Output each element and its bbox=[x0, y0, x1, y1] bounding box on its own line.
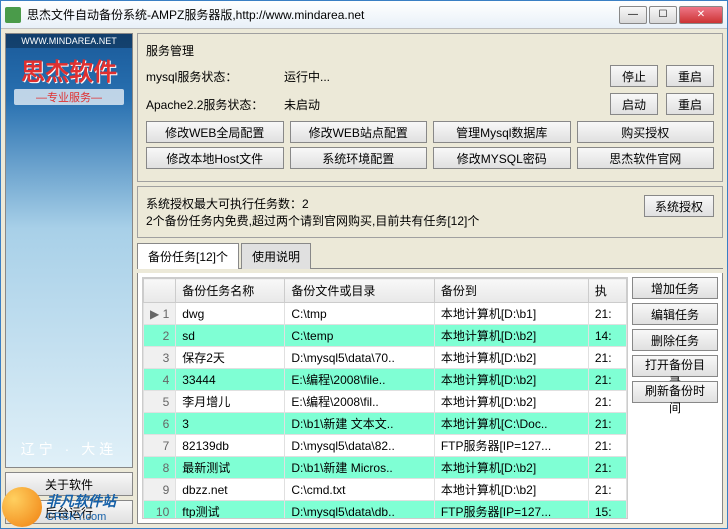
mysql-status-value: 运行中... bbox=[284, 68, 602, 85]
window-title: 思杰文件自动备份系统-AMPZ服务器版,http://www.mindarea.… bbox=[27, 6, 619, 23]
auth-line1: 系统授权最大可执行任务数：2 bbox=[146, 195, 636, 212]
service-title: 服务管理 bbox=[146, 42, 714, 59]
table-row[interactable]: 10ftp测试D:\mysql5\data\db..FTP服务器[IP=127.… bbox=[144, 501, 627, 520]
about-button[interactable]: 关于软件 bbox=[5, 472, 133, 496]
mysql-stop-button[interactable]: 停止 bbox=[610, 65, 658, 87]
refresh-backup-time-button[interactable]: 刷新备份时间 bbox=[632, 381, 718, 403]
apache-restart-button[interactable]: 重启 bbox=[666, 93, 714, 115]
service-group: 服务管理 mysql服务状态： 运行中... 停止 重启 Apache2.2服务… bbox=[137, 33, 723, 182]
apache-status-label: Apache2.2服务状态： bbox=[146, 96, 276, 113]
titlebar: 思杰文件自动备份系统-AMPZ服务器版,http://www.mindarea.… bbox=[1, 1, 727, 29]
table-row[interactable]: 63D:\b1\新建 文本文..本地计算机[C:\Doc..21: bbox=[144, 413, 627, 435]
service-btn-row2-0[interactable]: 修改本地Host文件 bbox=[146, 147, 284, 169]
brand-banner: WWW.MINDAREA.NET 思杰软件 —专业服务— 辽宁 · 大连 bbox=[5, 33, 133, 468]
service-btn-row2-1[interactable]: 系统环境配置 bbox=[290, 147, 428, 169]
add-task-button[interactable]: 增加任务 bbox=[632, 277, 718, 299]
open-backup-dir-button[interactable]: 打开备份目录 bbox=[632, 355, 718, 377]
table-row[interactable]: 9dbzz.netC:\cmd.txt本地计算机[D:\b2]21: bbox=[144, 479, 627, 501]
auth-line2: 2个备份任务内免费,超过两个请到官网购买,目前共有任务[12]个 bbox=[146, 212, 636, 229]
service-btn-row2-2[interactable]: 修改MYSQL密码 bbox=[433, 147, 571, 169]
background-run-button[interactable]: 后台运行 bbox=[5, 500, 133, 524]
table-row[interactable]: ▶ 1dwgC:\tmp本地计算机[D:\b1]21: bbox=[144, 303, 627, 325]
mysql-status-label: mysql服务状态： bbox=[146, 68, 276, 85]
minimize-button[interactable]: — bbox=[619, 6, 647, 24]
table-row[interactable]: 782139dbD:\mysql5\data\82..FTP服务器[IP=127… bbox=[144, 435, 627, 457]
system-auth-button[interactable]: 系统授权 bbox=[644, 195, 714, 217]
apache-status-value: 未启动 bbox=[284, 96, 602, 113]
tab-tasks[interactable]: 备份任务[12]个 bbox=[137, 243, 239, 269]
col-header[interactable]: 备份任务名称 bbox=[176, 279, 285, 303]
close-button[interactable]: ✕ bbox=[679, 6, 723, 24]
service-btn-row2-3[interactable]: 思杰软件官网 bbox=[577, 147, 715, 169]
table-row[interactable]: 3保存2天D:\mysql5\data\70..本地计算机[D:\b2]21: bbox=[144, 347, 627, 369]
service-btn-row1-3[interactable]: 购买授权 bbox=[577, 121, 715, 143]
service-btn-row1-2[interactable]: 管理Mysql数据库 bbox=[433, 121, 571, 143]
tab-help[interactable]: 使用说明 bbox=[241, 243, 311, 269]
table-row[interactable]: 2sdC:\temp本地计算机[D:\b2]14: bbox=[144, 325, 627, 347]
task-table[interactable]: 备份任务名称备份文件或目录备份到执 ▶ 1dwgC:\tmp本地计算机[D:\b… bbox=[142, 277, 628, 519]
table-row[interactable]: 5李月增儿E:\编程\2008\fil..本地计算机[D:\b2]21: bbox=[144, 391, 627, 413]
table-row[interactable]: 433444E:\编程\2008\file..本地计算机[D:\b2]21: bbox=[144, 369, 627, 391]
maximize-button[interactable]: ☐ bbox=[649, 6, 677, 24]
service-btn-row1-0[interactable]: 修改WEB全局配置 bbox=[146, 121, 284, 143]
apache-start-button[interactable]: 启动 bbox=[610, 93, 658, 115]
delete-task-button[interactable]: 删除任务 bbox=[632, 329, 718, 351]
col-header[interactable]: 备份到 bbox=[434, 279, 588, 303]
mysql-restart-button[interactable]: 重启 bbox=[666, 65, 714, 87]
table-row[interactable]: 8最新测试D:\b1\新建 Micros..本地计算机[D:\b2]21: bbox=[144, 457, 627, 479]
service-btn-row1-1[interactable]: 修改WEB站点配置 bbox=[290, 121, 428, 143]
col-header[interactable]: 备份文件或目录 bbox=[285, 279, 434, 303]
edit-task-button[interactable]: 编辑任务 bbox=[632, 303, 718, 325]
col-header[interactable] bbox=[144, 279, 176, 303]
app-icon bbox=[5, 7, 21, 23]
auth-group: 系统授权最大可执行任务数：2 2个备份任务内免费,超过两个请到官网购买,目前共有… bbox=[137, 186, 723, 238]
col-header[interactable]: 执 bbox=[588, 279, 626, 303]
